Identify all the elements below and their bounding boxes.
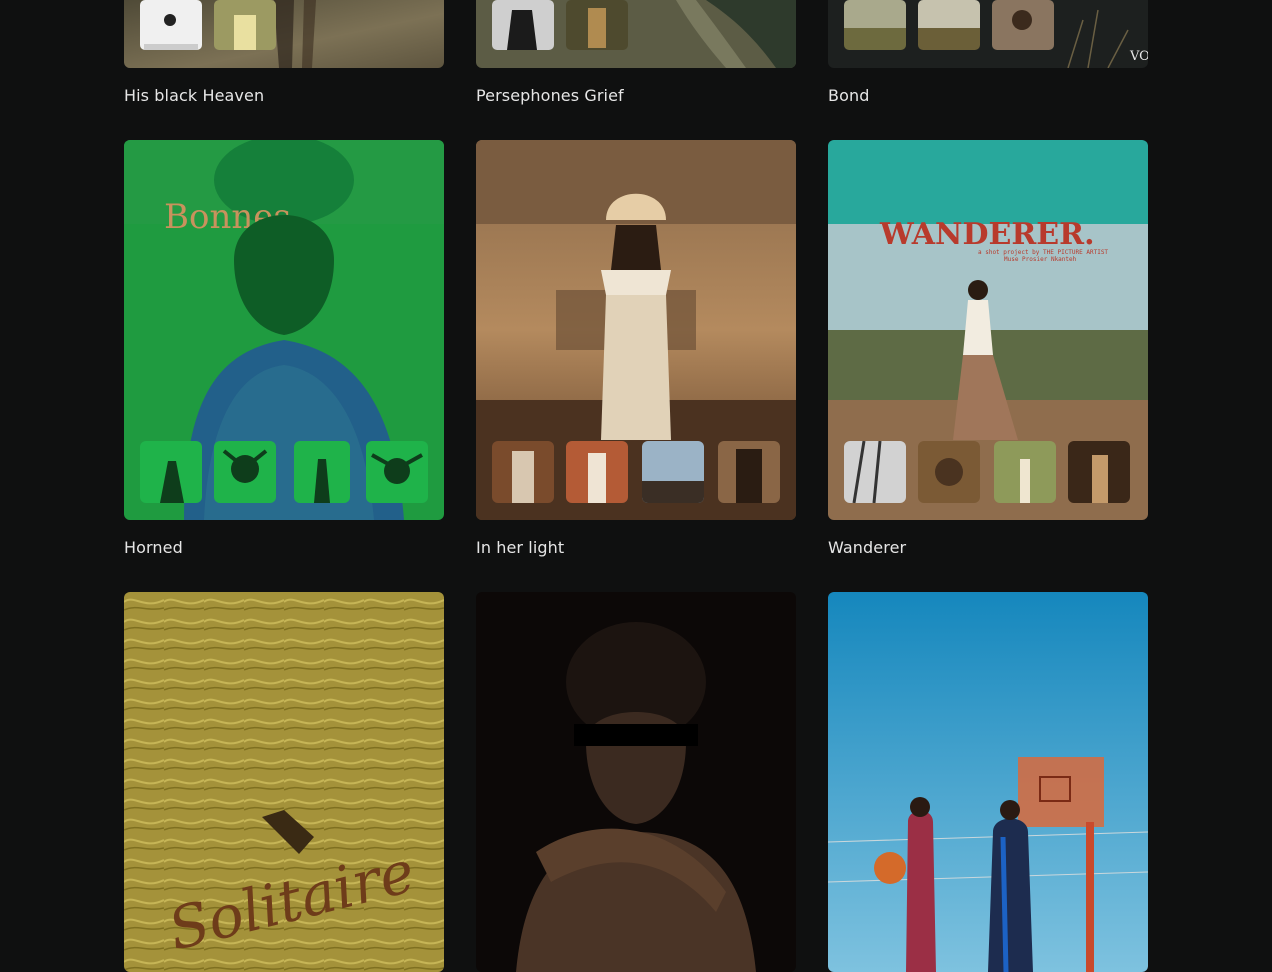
project-thumbnail[interactable] — [124, 0, 444, 68]
project-thumbnail[interactable] — [828, 592, 1148, 972]
bond-badge: VO — [1129, 49, 1148, 64]
thumbnail-mini — [918, 441, 980, 503]
thumbnail-mini — [214, 0, 276, 50]
thumbnail-mini — [140, 0, 202, 50]
thumbnail-mini — [294, 441, 350, 503]
thumbnail-mini — [718, 441, 780, 503]
project-title[interactable]: Bond — [828, 86, 869, 105]
thumbnail-mini — [566, 441, 628, 503]
wanderer-subtitle: a shot project by THE PICTURE ARTIST — [978, 249, 1108, 256]
wanderer-muse: Muse Prosier Nkanteh — [1004, 256, 1077, 263]
thumbnail-mini — [844, 0, 906, 50]
project-thumbnail[interactable] — [476, 592, 796, 972]
thumbnail-mini — [918, 0, 980, 50]
thumbnail-mini — [214, 441, 276, 503]
project-thumbnail[interactable] — [476, 0, 796, 68]
project-thumbnail[interactable]: WANDERER. a shot project by THE PICTURE … — [828, 140, 1148, 520]
project-title[interactable]: In her light — [476, 538, 564, 557]
project-title[interactable]: Horned — [124, 538, 183, 557]
project-title[interactable]: Persephones Grief — [476, 86, 624, 105]
thumbnail-mini — [844, 441, 906, 503]
thumbnail-mini — [642, 441, 704, 503]
wanderer-headline: WANDERER. — [879, 217, 1095, 252]
thumbnail-mini — [492, 0, 554, 50]
project-thumbnail[interactable]: Bonnes — [124, 140, 444, 520]
project-title[interactable]: Wanderer — [828, 538, 906, 557]
project-thumbnail[interactable]: Solitaire — [124, 592, 444, 972]
thumbnail-mini — [994, 441, 1056, 503]
project-thumbnail[interactable]: VO — [828, 0, 1148, 68]
thumbnail-mini — [566, 0, 628, 50]
thumbnail-mini — [140, 441, 202, 503]
thumbnail-mini — [1068, 441, 1130, 503]
project-title[interactable]: His black Heaven — [124, 86, 264, 105]
thumbnail-mini — [366, 441, 428, 503]
thumbnail-mini — [492, 441, 554, 503]
project-thumbnail[interactable] — [476, 140, 796, 520]
thumbnail-mini — [992, 0, 1054, 50]
